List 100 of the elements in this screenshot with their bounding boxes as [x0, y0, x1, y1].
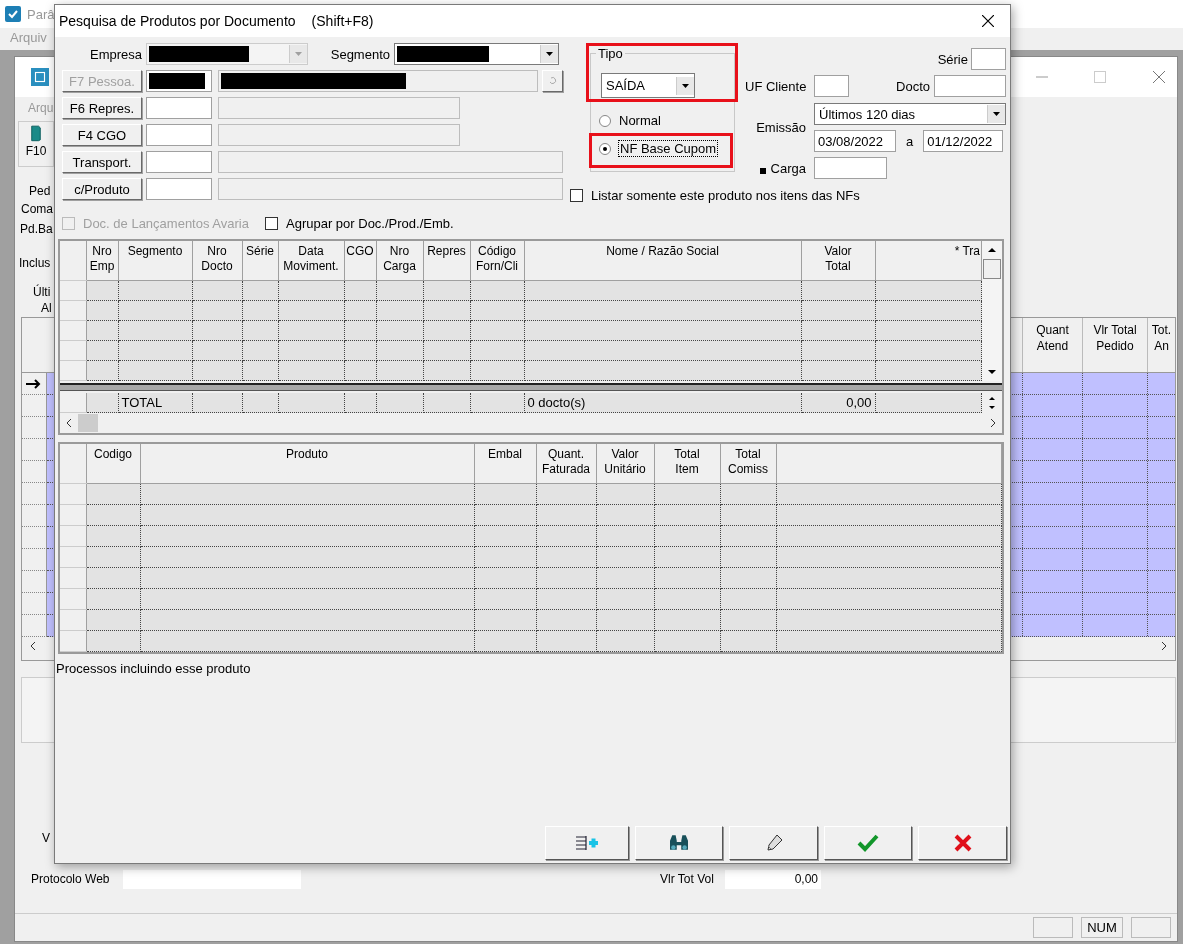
radio-button[interactable]: [599, 114, 611, 127]
field-label: a: [906, 133, 914, 149]
table-cell: [654, 504, 720, 526]
total-label: TOTAL: [118, 393, 192, 413]
cancel-button[interactable]: [918, 826, 1007, 860]
checkbox-label[interactable]: Agrupar por Doc./Prod./Emb.: [286, 215, 454, 231]
field-label: Pd.Ba: [20, 222, 53, 236]
load-field[interactable]: [814, 157, 887, 179]
table-cell: [536, 504, 596, 526]
column-header: Embal: [474, 444, 536, 484]
column-header: Valor Unitário: [596, 444, 654, 484]
section-label: Processos incluindo esse produto: [56, 661, 252, 676]
table-cell: [192, 393, 242, 413]
scroll-left-icon[interactable]: [30, 641, 36, 651]
add-button[interactable]: [545, 826, 629, 860]
lookup-button[interactable]: Transport.: [62, 151, 142, 173]
table-cell: [536, 546, 596, 568]
radio-label[interactable]: Normal: [619, 113, 661, 128]
code-field[interactable]: [146, 178, 212, 200]
column-header: Nro Docto: [192, 241, 242, 281]
code-field[interactable]: [146, 151, 212, 173]
column-header: Vlr Total Pedido: [1082, 318, 1147, 372]
toolbar-button[interactable]: F10: [18, 121, 54, 167]
total-value: 0,00: [801, 393, 875, 413]
field-label: Empresa: [88, 46, 142, 62]
period-dropdown[interactable]: Últimos 120 dias: [814, 103, 1006, 125]
checkbox[interactable]: [570, 188, 583, 202]
grid-splitter[interactable]: [60, 383, 1002, 391]
status-panel: [1131, 917, 1171, 938]
scroll-thumb[interactable]: [983, 259, 1001, 279]
column-header: Série: [242, 241, 278, 281]
scroll-right-icon[interactable]: [990, 418, 996, 428]
table-cell: [536, 630, 596, 652]
date-field[interactable]: 01/12/2022: [923, 130, 1004, 152]
refresh-icon: [547, 76, 558, 86]
list-plus-icon: [575, 834, 599, 852]
lookup-button[interactable]: F6 Repres.: [62, 97, 142, 119]
segment-dropdown[interactable]: [394, 43, 559, 65]
document-field[interactable]: [934, 75, 1006, 97]
field-label: Docto: [896, 78, 930, 94]
scroll-left-icon[interactable]: [66, 418, 72, 428]
status-panel: NUM: [1081, 917, 1123, 938]
series-field[interactable]: [971, 48, 1006, 70]
spin-down-icon[interactable]: [988, 404, 996, 412]
field-label: V: [42, 831, 50, 845]
scroll-thumb[interactable]: [78, 414, 98, 432]
table-cell: [536, 567, 596, 589]
column-header: Valor Total: [801, 241, 875, 281]
table-cell: [596, 567, 654, 589]
scroll-right-icon[interactable]: [1161, 641, 1167, 651]
window-icon: [31, 68, 49, 86]
ok-button[interactable]: [824, 826, 912, 860]
field-label: Protocolo Web: [31, 872, 110, 886]
checkbox-label[interactable]: Listar somente este produto nos itens das NFs: [591, 187, 860, 203]
table-cell: [720, 588, 776, 610]
field-label: Al: [41, 301, 52, 315]
state-field[interactable]: [814, 75, 850, 97]
table-cell: [596, 630, 654, 652]
date-field[interactable]: 03/08/2022: [814, 130, 896, 152]
check-icon: [856, 834, 880, 852]
table-cell: [474, 504, 536, 526]
table-cell: [720, 525, 776, 547]
checkbox[interactable]: [265, 216, 278, 230]
search-button[interactable]: [635, 826, 723, 860]
table-cell: [654, 567, 720, 589]
column-header: Total Item: [654, 444, 720, 484]
table-cell: [474, 483, 536, 505]
column-header: Quant Atend: [1022, 318, 1082, 372]
vertical-scrollbar[interactable]: [982, 241, 1002, 381]
clear-button[interactable]: [729, 826, 818, 860]
scroll-up-icon[interactable]: [987, 247, 997, 253]
table-cell: [596, 546, 654, 568]
column-header: Nome / Razão Social: [524, 241, 801, 281]
code-field[interactable]: [146, 70, 212, 92]
table-cell: [596, 504, 654, 526]
table-cell: [654, 546, 720, 568]
document-count: 0 docto(s): [524, 393, 801, 413]
scroll-down-icon[interactable]: [987, 369, 997, 375]
column-header: CGO: [344, 241, 376, 281]
table-cell: [654, 609, 720, 631]
protocol-field[interactable]: [123, 870, 301, 889]
close-icon[interactable]: [982, 15, 994, 27]
lookup-button[interactable]: c/Produto: [62, 178, 142, 200]
field-label: Segmento: [329, 46, 390, 62]
code-field[interactable]: [146, 97, 212, 119]
field-label: Inclus: [19, 256, 51, 270]
lookup-button[interactable]: F4 CGO: [62, 124, 142, 146]
type-dropdown[interactable]: SAÍDA: [601, 73, 695, 98]
table-cell: [654, 483, 720, 505]
radio-label[interactable]: NF Base Cupom: [619, 141, 718, 156]
table-cell: [654, 525, 720, 547]
column-header: Tot. An: [1147, 318, 1175, 372]
marker-icon: [759, 168, 766, 174]
dialog-title: Pesquisa de Produtos por Documento: [59, 13, 296, 29]
table-cell: [720, 546, 776, 568]
field-label: Série: [937, 51, 968, 67]
table-cell: [86, 393, 118, 413]
radio-button[interactable]: [599, 142, 611, 155]
total-volume-field[interactable]: 0,00: [725, 870, 821, 889]
code-field[interactable]: [146, 124, 212, 146]
